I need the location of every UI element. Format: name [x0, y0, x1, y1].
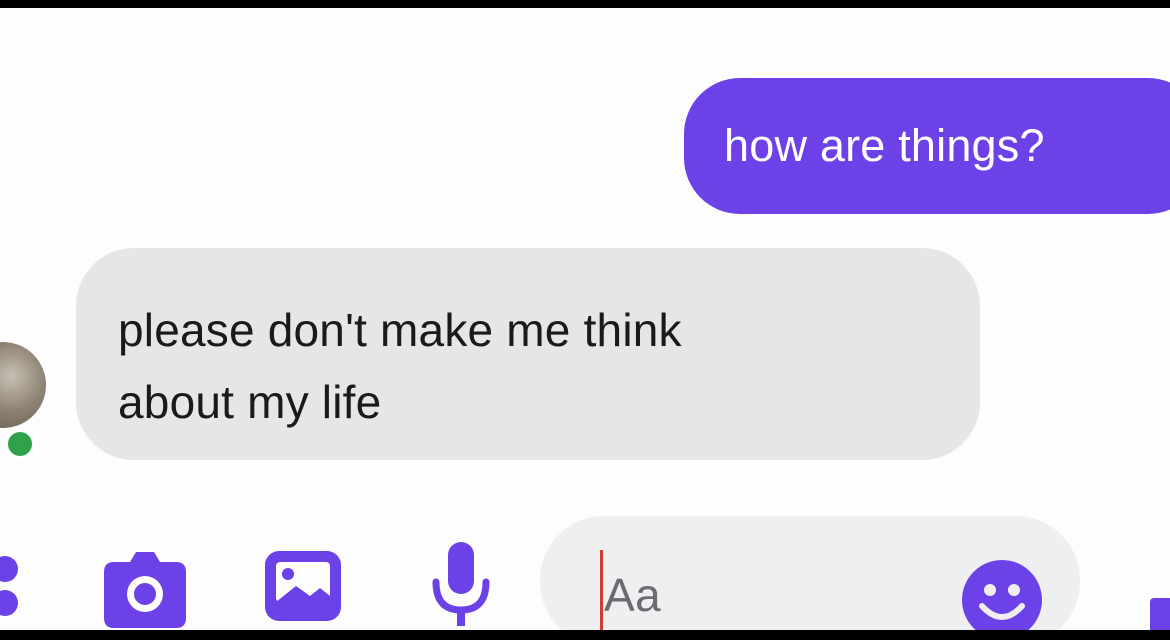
chat-screen: how are things? please don't make me thi…: [0, 8, 1170, 630]
message-input-placeholder: Aa: [604, 569, 662, 621]
incoming-message-line: about my life: [118, 376, 382, 428]
emoji-icon[interactable]: [960, 558, 1044, 630]
mic-icon[interactable]: [428, 540, 494, 628]
outgoing-message-bubble[interactable]: how are things?: [684, 78, 1170, 214]
like-icon[interactable]: [1150, 598, 1170, 630]
online-status-dot: [3, 427, 37, 461]
message-input[interactable]: Aa: [540, 516, 1080, 630]
image-icon[interactable]: [262, 548, 344, 624]
incoming-message-bubble[interactable]: please don't make me think about my life: [76, 248, 980, 460]
camera-icon[interactable]: [100, 546, 190, 630]
incoming-message-line: please don't make me think: [118, 304, 682, 356]
screen-border: [0, 630, 1170, 640]
more-icon[interactable]: [0, 546, 22, 616]
outgoing-message-text: how are things?: [724, 120, 1045, 171]
contact-avatar[interactable]: [0, 342, 46, 428]
text-cursor: [600, 550, 603, 630]
